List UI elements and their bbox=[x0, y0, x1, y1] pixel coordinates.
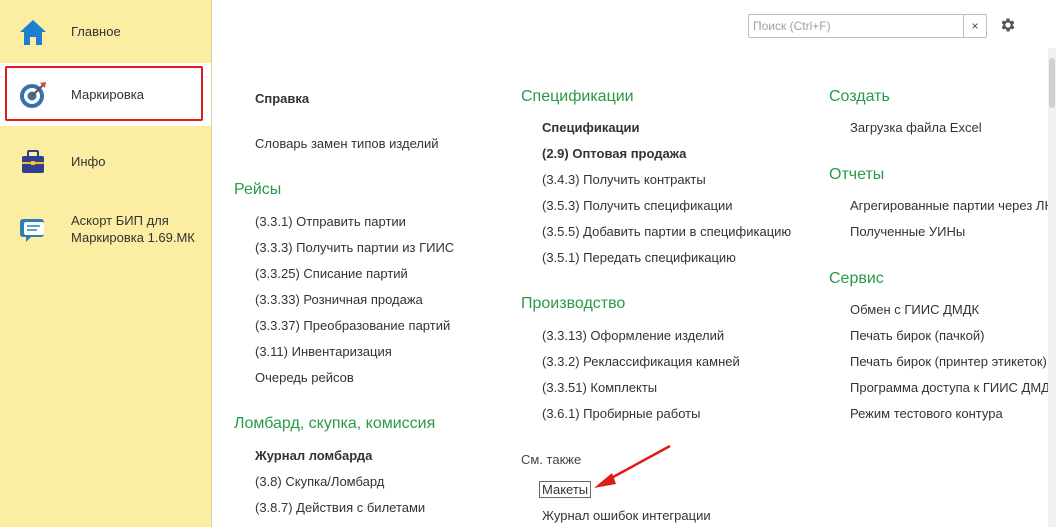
chat-icon bbox=[17, 213, 49, 245]
section-title-reisy: Рейсы bbox=[234, 181, 282, 198]
scrollbar-thumb[interactable] bbox=[1049, 58, 1055, 108]
section-title-reports: Отчеты bbox=[829, 166, 885, 183]
link-prod-2[interactable]: (3.3.51) Комплекты bbox=[542, 380, 657, 395]
link-lombard-1[interactable]: (3.8) Скупка/Ломбард bbox=[255, 474, 384, 489]
link-reports-1[interactable]: Полученные УИНы bbox=[850, 224, 965, 239]
sidebar-item-label: Главное bbox=[71, 24, 121, 39]
link-reisy-6[interactable]: Очередь рейсов bbox=[255, 370, 354, 385]
link-service-4[interactable]: Режим тестового контура bbox=[850, 406, 1003, 421]
link-prod-1[interactable]: (3.3.2) Реклассификация камней bbox=[542, 354, 740, 369]
vertical-scrollbar[interactable] bbox=[1048, 48, 1056, 527]
link-reisy-3[interactable]: (3.3.33) Розничная продажа bbox=[255, 292, 423, 307]
sidebar-item-info[interactable]: Инфо bbox=[0, 130, 211, 193]
target-icon bbox=[17, 79, 49, 111]
link-prod-0[interactable]: (3.3.13) Оформление изделий bbox=[542, 328, 724, 343]
section-title-spec: Спецификации bbox=[521, 88, 634, 105]
sidebar-item-label-line2: Маркировка 1.69.МК bbox=[71, 230, 195, 245]
link-lombard-2[interactable]: (3.8.7) Действия с билетами bbox=[255, 500, 425, 515]
section-title-prod: Производство bbox=[521, 295, 626, 312]
gear-icon[interactable] bbox=[997, 14, 1019, 36]
sidebar-item-label: Инфо bbox=[71, 154, 106, 169]
link-reisy-0[interactable]: (3.3.1) Отправить партии bbox=[255, 214, 406, 229]
search-box: × bbox=[748, 14, 987, 38]
arrow-annotation-icon bbox=[594, 444, 671, 488]
link-prod-3[interactable]: (3.6.1) Пробирные работы bbox=[542, 406, 700, 421]
link-spravka[interactable]: Справка bbox=[255, 91, 309, 106]
link-reisy-1[interactable]: (3.3.3) Получить партии из ГИИС bbox=[255, 240, 454, 255]
link-spec-4[interactable]: (3.5.5) Добавить партии в спецификацию bbox=[542, 224, 791, 239]
seealso-title: См. также bbox=[521, 452, 582, 467]
link-spec-0[interactable]: Спецификации bbox=[542, 120, 640, 135]
link-reisy-2[interactable]: (3.3.25) Списание партий bbox=[255, 266, 408, 281]
link-reisy-5[interactable]: (3.11) Инвентаризация bbox=[255, 344, 392, 359]
link-spec-1[interactable]: (2.9) Оптовая продажа bbox=[542, 146, 686, 161]
sidebar-item-label-line1: Аскорт БИП для bbox=[71, 213, 169, 228]
section-title-service: Сервис bbox=[829, 270, 884, 287]
sidebar-item-askort[interactable]: Аскорт БИП для Маркировка 1.69.МК bbox=[0, 194, 211, 264]
home-icon bbox=[17, 16, 49, 48]
sidebar-item-label: Аскорт БИП для Маркировка 1.69.МК bbox=[71, 212, 195, 246]
link-spec-2[interactable]: (3.4.3) Получить контракты bbox=[542, 172, 706, 187]
link-slovar[interactable]: Словарь замен типов изделий bbox=[255, 136, 439, 151]
link-reisy-4[interactable]: (3.3.37) Преобразование партий bbox=[255, 318, 450, 333]
link-spec-5[interactable]: (3.5.1) Передать спецификацию bbox=[542, 250, 736, 265]
link-service-0[interactable]: Обмен с ГИИС ДМДК bbox=[850, 302, 979, 317]
link-lombard-0[interactable]: Журнал ломбарда bbox=[255, 448, 372, 463]
briefcase-icon bbox=[17, 146, 49, 178]
link-integration-errors[interactable]: Журнал ошибок интеграции bbox=[542, 508, 711, 523]
section-title-create: Создать bbox=[829, 88, 890, 105]
link-reports-0[interactable]: Агрегированные партии через ЛК bbox=[850, 198, 1052, 213]
clear-search-button[interactable]: × bbox=[963, 15, 986, 37]
link-maketi[interactable]: Макеты bbox=[539, 481, 592, 498]
section-title-lombard: Ломбард, скупка, комиссия bbox=[234, 415, 436, 432]
link-service-3[interactable]: Программа доступа к ГИИС ДМДК bbox=[850, 380, 1056, 395]
link-spec-3[interactable]: (3.5.3) Получить спецификации bbox=[542, 198, 733, 213]
sidebar-item-label: Маркировка bbox=[71, 87, 144, 102]
link-service-1[interactable]: Печать бирок (пачкой) bbox=[850, 328, 984, 343]
sidebar: Главное Маркировка Инфо Аскорт БИП для М… bbox=[0, 0, 212, 527]
link-create-0[interactable]: Загрузка файла Excel bbox=[850, 120, 982, 135]
link-service-2[interactable]: Печать бирок (принтер этикеток) bbox=[850, 354, 1047, 369]
search-input[interactable] bbox=[749, 15, 964, 37]
sidebar-item-marking[interactable]: Маркировка bbox=[0, 63, 211, 126]
sidebar-item-main[interactable]: Главное bbox=[0, 0, 211, 63]
